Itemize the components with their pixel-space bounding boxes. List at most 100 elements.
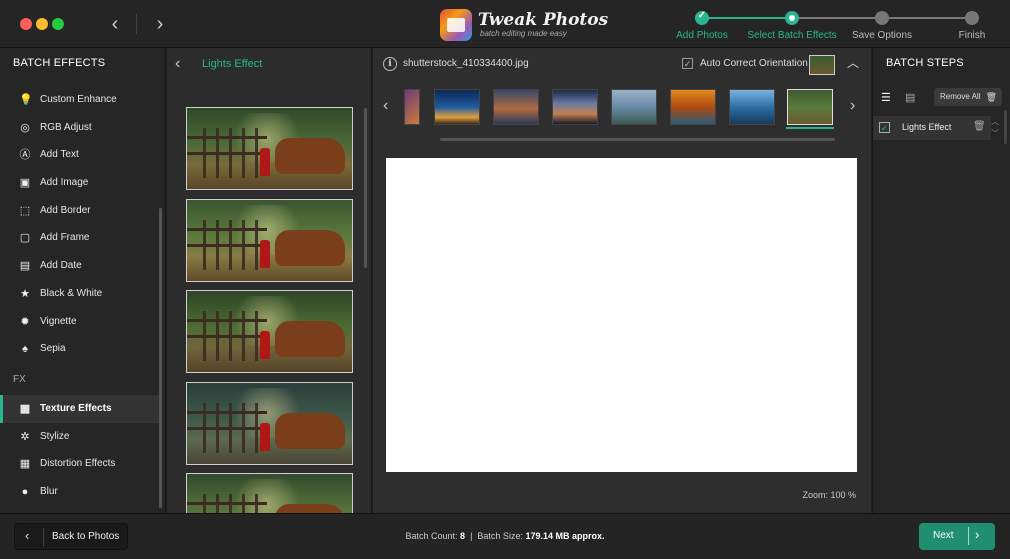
effect-preview-title: Lights Effect: [202, 58, 263, 70]
step-label[interactable]: Save Options: [852, 30, 912, 41]
list-view-icon[interactable]: ☰: [881, 92, 893, 104]
batch-size-label: Batch Size:: [477, 531, 523, 541]
effect-back-button[interactable]: ‹: [175, 48, 180, 80]
zoom-window-button[interactable]: [52, 18, 64, 30]
photo-strip: ‹ ›: [373, 84, 871, 144]
effect-label: Texture Effects: [40, 402, 112, 414]
effect-item[interactable]: ▤ Add Date: [0, 252, 160, 280]
strip-next-button[interactable]: ›: [850, 97, 855, 115]
effect-item[interactable]: ✹ Vignette: [0, 308, 160, 336]
strip-scrollbar[interactable]: [440, 138, 835, 141]
step-connector: [882, 17, 972, 19]
effect-preview-thumbnail[interactable]: [186, 473, 353, 513]
current-photo-thumbnail[interactable]: [809, 55, 835, 75]
stylize-icon: ✲: [20, 430, 30, 443]
file-name: shutterstock_410334400.jpg: [403, 58, 529, 69]
effect-list: 💡 Custom Enhance ◎ RGB Adjust Ⓐ Add Text ▣ Add …: [0, 86, 160, 506]
border-icon: ⬚: [19, 204, 31, 217]
auto-correct-checkbox[interactable]: ✓: [682, 58, 693, 69]
step-label[interactable]: Add Photos: [676, 30, 728, 41]
drop-icon: ●: [21, 485, 29, 498]
strip-prev-button[interactable]: ‹: [383, 97, 388, 115]
minimize-window-button[interactable]: [36, 18, 48, 30]
effect-label: Stylize: [40, 430, 70, 442]
effect-label: RGB Adjust: [40, 121, 92, 133]
bulb-icon: 💡: [19, 94, 33, 106]
effect-label: Add Border: [40, 204, 91, 216]
effect-label: Black & White: [40, 287, 103, 299]
auto-correct-label: Auto Correct Orientation: [700, 58, 808, 69]
star-icon: ★: [20, 287, 30, 300]
effect-preview-thumbnail[interactable]: [186, 107, 353, 190]
effect-label: Custom Enhance: [40, 94, 117, 105]
chevron-up-icon[interactable]: ︿: [847, 54, 859, 71]
info-icon[interactable]: i: [383, 57, 397, 71]
photo-strip-thumbnail[interactable]: [670, 89, 716, 125]
photo-strip-thumbnail[interactable]: [434, 89, 480, 125]
close-window-button[interactable]: [20, 18, 32, 30]
photo-strip-thumbnail[interactable]: [729, 89, 775, 125]
effect-item[interactable]: ▢ Add Frame: [0, 224, 160, 252]
frame-icon: ▢: [19, 232, 31, 245]
effect-label: Add Date: [40, 260, 82, 272]
batch-step-delete-icon[interactable]: 🗑: [973, 121, 986, 132]
effect-label: Add Frame: [40, 232, 90, 244]
compact-view-icon[interactable]: ▤: [905, 92, 917, 104]
trash-icon: 🗑: [985, 92, 997, 102]
effect-item[interactable]: Ⓐ Add Text: [0, 141, 160, 169]
move-up-icon[interactable]: ︿: [991, 116, 999, 127]
calendar-icon: ▤: [19, 260, 31, 273]
next-button[interactable]: Next ›: [919, 523, 995, 550]
effect-item[interactable]: ▦ Distortion Effects: [0, 450, 160, 478]
effect-preview-thumbnail[interactable]: [186, 290, 353, 373]
effect-item[interactable]: ▩ Texture Effects: [0, 394, 160, 423]
batch-step-checkbox[interactable]: ✓: [879, 122, 890, 133]
effect-preview-thumbnail[interactable]: [186, 198, 353, 282]
step-label[interactable]: Finish: [959, 30, 986, 41]
effect-item[interactable]: ◎ RGB Adjust: [0, 114, 160, 142]
effect-preview-panel: ‹ Lights Effect: [167, 48, 372, 513]
nav-forward-button[interactable]: ›: [150, 12, 170, 36]
effect-item[interactable]: ▣ Add Image: [0, 169, 160, 197]
photo-strip-thumbnail[interactable]: [786, 89, 834, 129]
fx-section-label: FX: [13, 373, 26, 385]
photo-strip-thumbnail[interactable]: [552, 89, 598, 125]
preview-scrollbar[interactable]: [364, 108, 367, 268]
batch-info: Batch Count: 8 | Batch Size: 179.14 MB a…: [405, 531, 605, 541]
effect-item[interactable]: ♠ Sepia: [0, 335, 160, 363]
effect-item[interactable]: ★ Black & White: [0, 280, 160, 308]
step-dot[interactable]: [875, 11, 889, 25]
effect-item[interactable]: ⬚ Add Border: [0, 197, 160, 225]
photo-strip-thumbnail[interactable]: [611, 89, 657, 125]
effect-label: Add Text: [40, 149, 79, 161]
effect-label: Sepia: [40, 343, 66, 355]
step-connector: [792, 17, 882, 19]
photo-strip-thumbnail[interactable]: [493, 89, 539, 125]
effect-item[interactable]: ✲ Stylize: [0, 423, 160, 451]
app-logo: Tweak Photos batch editing made easy: [440, 8, 608, 42]
step-dot[interactable]: [965, 11, 979, 25]
batch-effects-title: BATCH EFFECTS: [13, 57, 106, 69]
step-dot[interactable]: [695, 10, 709, 25]
batch-count-value: 8: [460, 531, 466, 541]
move-down-icon[interactable]: ﹀: [991, 128, 999, 139]
steps-scrollbar[interactable]: [1004, 110, 1007, 144]
step-connector: [702, 17, 792, 19]
nav-back-button[interactable]: ‹: [105, 12, 125, 36]
batch-effects-panel: BATCH EFFECTS 💡 Custom Enhance ◎ RGB Adjust…: [0, 48, 166, 513]
effect-item[interactable]: ● Blur: [0, 478, 160, 506]
photo-preview-area: i shutterstock_410334400.jpg ✓ Auto Corr…: [373, 48, 871, 513]
batch-step-item[interactable]: ✓ Lights Effect 🗑: [873, 116, 991, 140]
progress-steps: Add Photos Select Batch Effects Save Optio…: [660, 10, 1000, 44]
photo-strip-thumbnail[interactable]: [404, 89, 420, 125]
photo-canvas[interactable]: [386, 158, 857, 472]
step-label[interactable]: Select Batch Effects: [747, 30, 836, 41]
effects-scrollbar[interactable]: [159, 208, 162, 508]
step-dot[interactable]: [785, 11, 799, 25]
effect-preview-thumbnail[interactable]: [186, 381, 353, 465]
remove-all-button[interactable]: Remove All 🗑: [934, 88, 1002, 106]
app-logo-icon: [440, 9, 472, 41]
effect-item[interactable]: 💡 Custom Enhance: [0, 86, 160, 114]
rgb-icon: ◎: [20, 121, 30, 134]
mushroom-icon: ♠: [22, 343, 28, 356]
